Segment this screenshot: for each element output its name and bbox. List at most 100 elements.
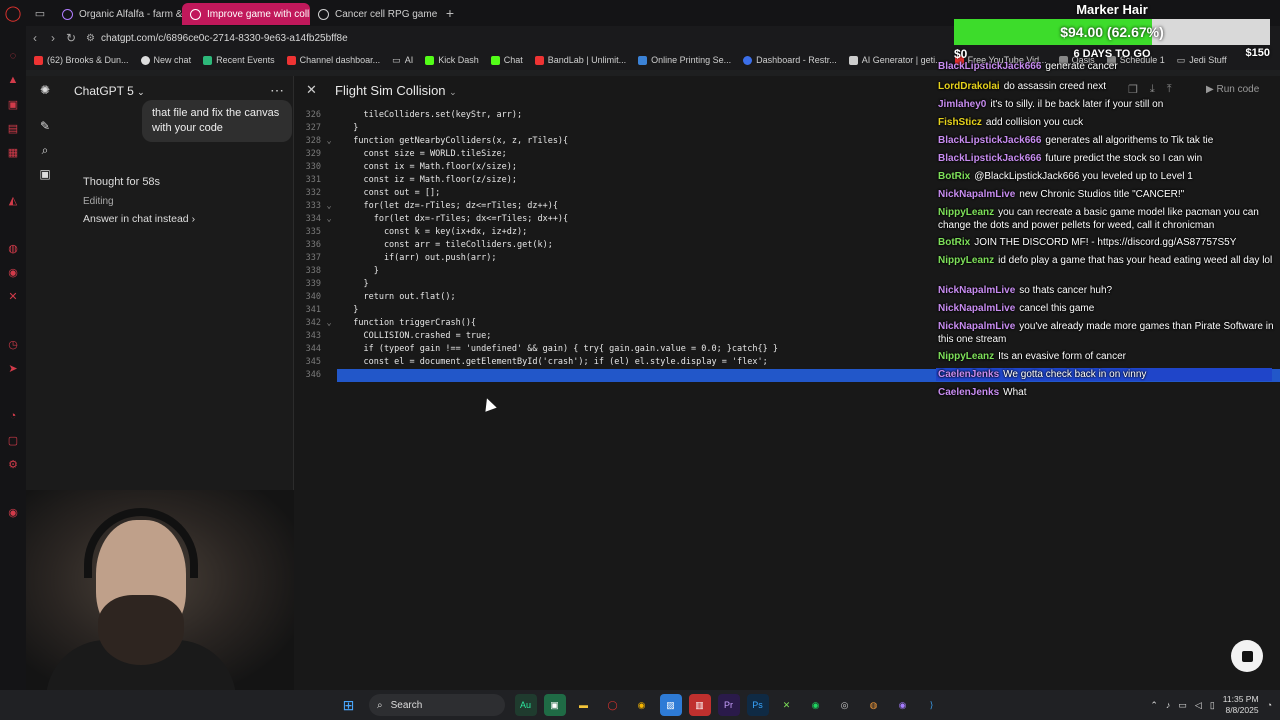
- capture-icon[interactable]: ▥: [688, 694, 711, 716]
- more-options-icon[interactable]: ⋯: [270, 82, 284, 99]
- app-icon[interactable]: ▣: [543, 694, 566, 716]
- microphone-icon[interactable]: ♪: [1166, 700, 1171, 710]
- music-icon[interactable]: ▤: [0, 116, 26, 140]
- history-icon[interactable]: ◷: [0, 332, 26, 356]
- canvas-title[interactable]: Flight Sim Collision ⌄: [335, 83, 457, 98]
- fold-chevron-icon[interactable]: [321, 356, 337, 369]
- discord-icon[interactable]: ◉: [0, 260, 26, 284]
- fold-chevron-icon[interactable]: [321, 369, 337, 382]
- network-icon[interactable]: ▭: [1178, 700, 1187, 711]
- reload-icon[interactable]: ↻: [62, 31, 80, 45]
- stop-generating-button[interactable]: [1231, 640, 1263, 672]
- vscode-icon[interactable]: ⟩: [921, 694, 943, 716]
- start-icon[interactable]: ⊞: [338, 694, 360, 716]
- chat-username: Jimlahey0: [938, 99, 987, 110]
- back-icon[interactable]: ‹: [26, 31, 44, 45]
- close-icon[interactable]: ✕: [306, 82, 317, 98]
- forward-icon[interactable]: ›: [44, 31, 62, 45]
- xbox-icon[interactable]: ✕: [776, 694, 798, 716]
- bookmark-favicon-icon: [203, 55, 213, 65]
- bookmark-item[interactable]: Channel dashboar...: [286, 55, 380, 65]
- workspace-icon[interactable]: ▭: [26, 7, 54, 20]
- bookmark-item[interactable]: Chat: [490, 55, 523, 65]
- x-icon[interactable]: ✕: [0, 284, 26, 308]
- chat-text: future predict the stock so I can win: [1045, 153, 1203, 164]
- new-chat-icon[interactable]: ✎: [26, 114, 64, 138]
- url-field[interactable]: ⚙ chatgpt.com/c/6896ce0c-2714-8330-9e63-…: [86, 33, 348, 44]
- chevron-up-icon[interactable]: ⌃: [1150, 700, 1158, 711]
- clock-icon[interactable]: ◔: [0, 404, 26, 428]
- shopping-icon[interactable]: ▲: [0, 68, 26, 92]
- steam-icon[interactable]: ◎: [834, 694, 856, 716]
- fold-chevron-icon[interactable]: [321, 252, 337, 265]
- workspace-icon[interactable]: ▦: [0, 140, 26, 164]
- spotify-icon[interactable]: ◉: [805, 694, 827, 716]
- model-selector[interactable]: ChatGPT 5 ⌄: [74, 84, 145, 98]
- settings-icon[interactable]: ⚙: [0, 452, 26, 476]
- bookmark-folder[interactable]: ▭ AI: [392, 55, 413, 66]
- bookmark-item[interactable]: New chat: [140, 55, 191, 65]
- fold-chevron-icon[interactable]: [321, 161, 337, 174]
- fold-chevron-icon[interactable]: [321, 187, 337, 200]
- chat-text: new Chronic Studios title "CANCER!": [1019, 189, 1185, 200]
- fold-chevron-icon[interactable]: [321, 109, 337, 122]
- tab-cancer-cell-rpg[interactable]: Cancer cell RPG game: [310, 3, 438, 25]
- fold-chevron-icon[interactable]: [321, 226, 337, 239]
- opera-logo-icon[interactable]: ◯: [0, 0, 26, 26]
- thought-duration[interactable]: Thought for 58s: [83, 176, 160, 188]
- photos-icon[interactable]: ▨: [659, 694, 682, 716]
- library-icon[interactable]: ▣: [26, 162, 64, 186]
- fold-chevron-icon[interactable]: [321, 239, 337, 252]
- search-icon[interactable]: ⌕: [26, 138, 64, 162]
- fold-chevron-icon[interactable]: [321, 122, 337, 135]
- fold-chevron-icon[interactable]: [321, 343, 337, 356]
- bookmark-item[interactable]: Dashboard - Restr...: [743, 55, 837, 65]
- premiere-icon[interactable]: Pr: [717, 694, 740, 716]
- fold-chevron-icon[interactable]: [321, 291, 337, 304]
- photoshop-icon[interactable]: Ps: [746, 694, 769, 716]
- fold-chevron-icon[interactable]: [321, 174, 337, 187]
- file-explorer-icon[interactable]: ▬: [573, 694, 595, 716]
- discord-icon[interactable]: ◉: [892, 694, 914, 716]
- opera-icon[interactable]: ◯: [602, 694, 624, 716]
- battery-icon[interactable]: ▯: [1210, 700, 1215, 711]
- audition-icon[interactable]: Au: [514, 694, 537, 716]
- bookmark-item[interactable]: (62) Brooks & Dun...: [34, 55, 129, 65]
- twitch-icon[interactable]: ◭: [0, 188, 26, 212]
- bookmark-item[interactable]: BandLab | Unlimit...: [534, 55, 626, 65]
- bookmark-item[interactable]: Recent Events: [203, 55, 275, 65]
- volume-icon[interactable]: ◁: [1195, 700, 1202, 711]
- tab-organic-alfalfa[interactable]: Organic Alfalfa - farm & g: [54, 3, 182, 25]
- code-text: }: [343, 266, 379, 276]
- fold-chevron-icon[interactable]: ⌄: [321, 317, 337, 330]
- notifications-icon[interactable]: ◔: [1267, 700, 1272, 710]
- user-message: that file and fix the canvas with your c…: [142, 100, 292, 142]
- fold-chevron-icon[interactable]: [321, 265, 337, 278]
- messenger-icon[interactable]: ◌: [0, 44, 26, 68]
- fold-chevron-icon[interactable]: ⌄: [321, 213, 337, 226]
- tab-improve-game[interactable]: Improve game with collis ✕: [182, 3, 310, 25]
- fold-chevron-icon[interactable]: [321, 330, 337, 343]
- fold-chevron-icon[interactable]: ⌄: [321, 135, 337, 148]
- more-icon[interactable]: ◉: [0, 500, 26, 524]
- site-info-icon[interactable]: ⚙: [86, 33, 95, 44]
- fold-chevron-icon[interactable]: [321, 278, 337, 291]
- bookmark-item[interactable]: Online Printing Se...: [638, 55, 731, 65]
- taskbar-search[interactable]: ⌕ Search: [369, 694, 505, 716]
- extensions-icon[interactable]: ▢: [0, 428, 26, 452]
- chat-username: CaelenJenks: [938, 387, 1000, 398]
- fold-chevron-icon[interactable]: [321, 148, 337, 161]
- bookmark-item[interactable]: AI Generator | geti...: [848, 55, 943, 65]
- whatsapp-icon[interactable]: ◍: [0, 236, 26, 260]
- wallet-icon[interactable]: ▣: [0, 92, 26, 116]
- fold-chevron-icon[interactable]: ⌄: [321, 200, 337, 213]
- clock[interactable]: 11:35 PM 8/8/2025: [1223, 694, 1259, 716]
- send-icon[interactable]: ➤: [0, 356, 26, 380]
- bookmark-item[interactable]: Kick Dash: [425, 55, 479, 65]
- chrome-icon[interactable]: ◉: [631, 694, 653, 716]
- answer-in-chat-link[interactable]: Answer in chat instead ›: [83, 213, 195, 225]
- new-tab-icon[interactable]: +: [438, 5, 462, 21]
- obs-icon[interactable]: ◍: [863, 694, 885, 716]
- chatgpt-logo-icon[interactable]: ✺: [26, 78, 64, 102]
- fold-chevron-icon[interactable]: [321, 304, 337, 317]
